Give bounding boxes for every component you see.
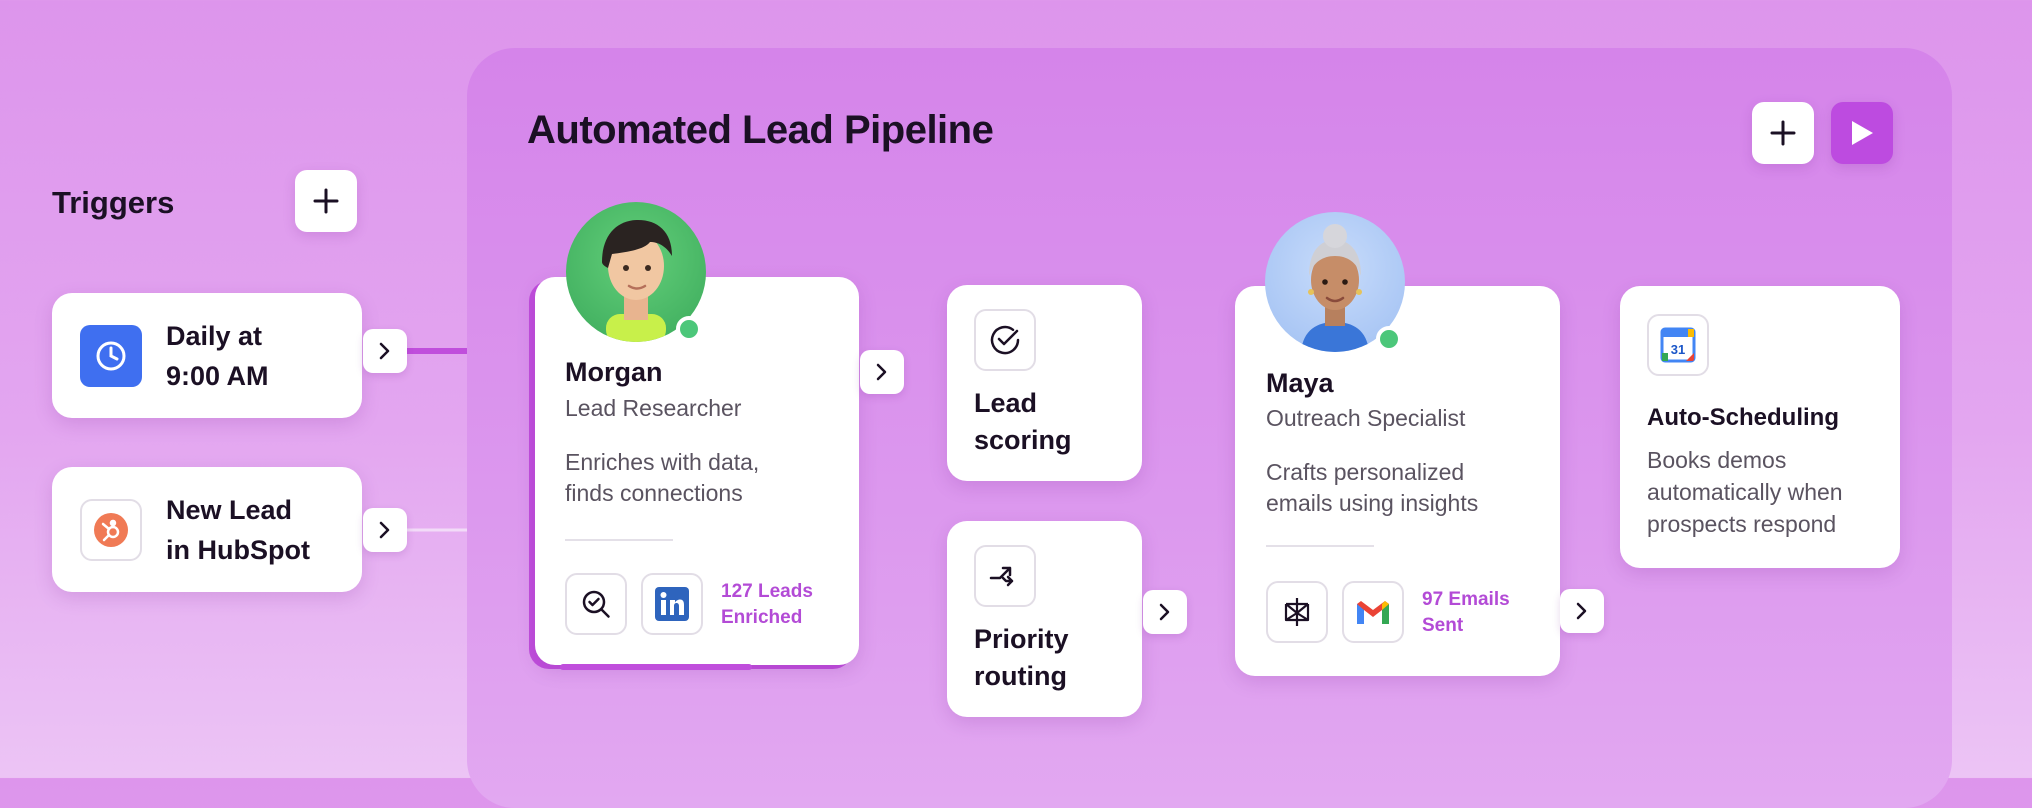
- step-label-line2: scoring: [974, 425, 1072, 455]
- search-check-icon: [565, 573, 627, 635]
- step-card-priority-routing[interactable]: Priority routing: [947, 521, 1142, 717]
- trigger-expand-button[interactable]: [363, 508, 407, 552]
- divider: [1266, 545, 1374, 547]
- online-status-dot: [676, 316, 702, 342]
- agent-description-line2: emails using insights: [1266, 490, 1479, 516]
- add-step-button[interactable]: [1752, 102, 1814, 164]
- agent-name: Morgan: [565, 357, 663, 387]
- trigger-label-line2: in HubSpot: [166, 535, 310, 565]
- step-title: Auto-Scheduling: [1647, 404, 1839, 431]
- page-title: Automated Lead Pipeline: [527, 108, 994, 152]
- chevron-right-icon: [876, 363, 887, 381]
- chevron-right-icon: [379, 342, 390, 360]
- step-label-line1: Priority: [974, 624, 1069, 654]
- trigger-label-line1: New Lead: [166, 495, 293, 525]
- agent-stat-line2: Enriched: [721, 607, 803, 628]
- trigger-label-line2: 9:00 AM: [166, 361, 269, 391]
- play-icon: [1852, 121, 1873, 145]
- routing-next-button[interactable]: [1143, 590, 1187, 634]
- step-description-line3: prospects respond: [1647, 511, 1837, 537]
- calendar-day: 31: [1671, 342, 1685, 357]
- step-label-line2: routing: [974, 661, 1067, 691]
- plus-icon: [1770, 120, 1796, 146]
- chevron-right-icon: [379, 521, 390, 539]
- trigger-label-line1: Daily at: [166, 321, 263, 351]
- chevron-right-icon: [1159, 603, 1170, 621]
- divider: [565, 539, 673, 541]
- gmail-icon: [1342, 581, 1404, 643]
- plus-icon: [313, 188, 339, 214]
- clock-icon: [80, 325, 142, 387]
- agent-stat-line1: 127 Leads: [721, 581, 813, 602]
- agent-role: Outreach Specialist: [1266, 405, 1466, 431]
- trigger-expand-button[interactable]: [363, 329, 407, 373]
- step-description-line2: automatically when: [1647, 479, 1843, 505]
- agent-role: Lead Researcher: [565, 395, 742, 421]
- maya-next-button[interactable]: [1560, 589, 1604, 633]
- route-split-icon: [974, 545, 1036, 607]
- morgan-next-button[interactable]: [860, 350, 904, 394]
- triggers-heading: Triggers: [52, 185, 175, 220]
- check-circle-icon: [974, 309, 1036, 371]
- hubspot-icon: [80, 499, 142, 561]
- trigger-card-hubspot[interactable]: New Lead in HubSpot: [52, 467, 362, 592]
- step-card-auto-scheduling[interactable]: 31 Auto-Scheduling Books demos automatic…: [1620, 286, 1900, 568]
- calendar-icon: 31: [1647, 314, 1709, 376]
- step-description-line1: Books demos: [1647, 447, 1787, 473]
- agent-name: Maya: [1266, 368, 1334, 398]
- step-label-line1: Lead: [974, 388, 1038, 418]
- agent-stat-line2: Sent: [1422, 615, 1464, 636]
- agent-description-line1: Enriches with data,: [565, 449, 760, 475]
- chevron-right-icon: [1576, 602, 1587, 620]
- step-card-lead-scoring[interactable]: Lead scoring: [947, 285, 1142, 481]
- run-pipeline-button[interactable]: [1831, 102, 1893, 164]
- agent-description-line2: finds connections: [565, 480, 743, 506]
- add-trigger-button[interactable]: [295, 170, 357, 232]
- agent-description-line1: Crafts personalized: [1266, 459, 1465, 485]
- trigger-card-daily[interactable]: Daily at 9:00 AM: [52, 293, 362, 418]
- online-status-dot: [1376, 326, 1402, 352]
- agent-stat-line1: 97 Emails: [1422, 589, 1510, 610]
- perplexity-icon: [1266, 581, 1328, 643]
- linkedin-icon: [641, 573, 703, 635]
- progress-bar: [560, 664, 752, 670]
